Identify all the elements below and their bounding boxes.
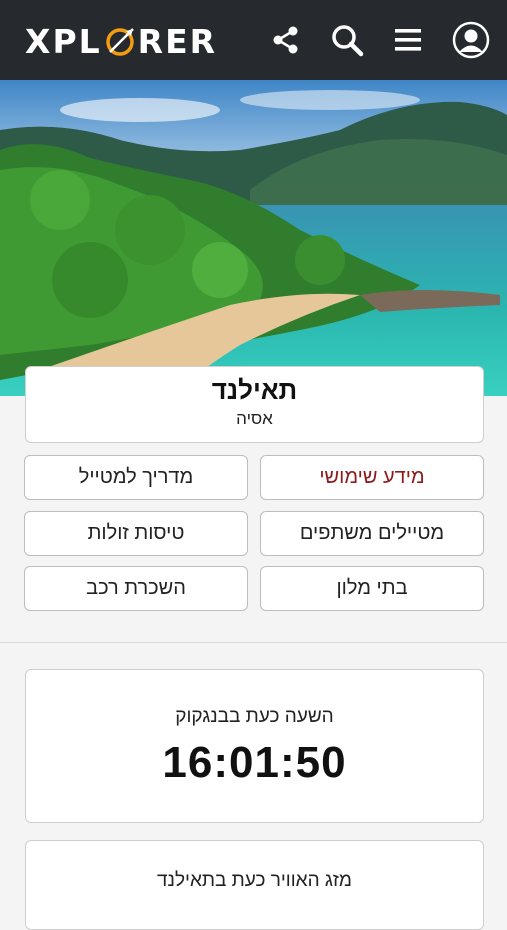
app-header: XPL RER bbox=[0, 0, 507, 80]
practical-info-button[interactable]: מידע שימושי bbox=[260, 455, 484, 500]
destination-name: תאילנד bbox=[211, 375, 298, 405]
logo-text-right: RER bbox=[137, 21, 218, 61]
destination-title-card: תאילנד אסיה bbox=[25, 366, 484, 443]
weather-card: מזג האוויר כעת בתאילנד bbox=[25, 840, 484, 930]
xplorer-logo[interactable]: XPL RER bbox=[25, 21, 218, 61]
car-rental-button[interactable]: השכרת רכב bbox=[24, 566, 248, 611]
search-button[interactable] bbox=[327, 20, 367, 60]
user-icon bbox=[452, 21, 490, 59]
weather-label: מזג האוויר כעת בתאילנד bbox=[157, 870, 352, 891]
compass-logo-icon bbox=[104, 25, 136, 57]
menu-button[interactable] bbox=[388, 20, 428, 60]
logo-text-left: XPL bbox=[25, 21, 102, 61]
destination-hero-image bbox=[0, 80, 507, 396]
local-time-clock: 16:01:50 bbox=[162, 738, 347, 787]
menu-icon bbox=[395, 29, 421, 51]
hotels-button[interactable]: בתי מלון bbox=[260, 566, 484, 611]
profile-button[interactable] bbox=[451, 20, 491, 60]
travel-partners-button[interactable]: מטיילים משתפים bbox=[260, 511, 484, 556]
share-button[interactable] bbox=[266, 20, 306, 60]
cheap-flights-button[interactable]: טיסות זולות bbox=[24, 511, 248, 556]
share-icon bbox=[273, 26, 298, 54]
destination-region: אסיה bbox=[236, 409, 273, 428]
local-time-card: השעה כעת בבנגקוק 16:01:50 bbox=[25, 669, 484, 823]
local-time-label: השעה כעת בבנגקוק bbox=[175, 706, 334, 727]
search-icon bbox=[332, 25, 364, 57]
travel-guide-button[interactable]: מדריך למטייל bbox=[24, 455, 248, 500]
